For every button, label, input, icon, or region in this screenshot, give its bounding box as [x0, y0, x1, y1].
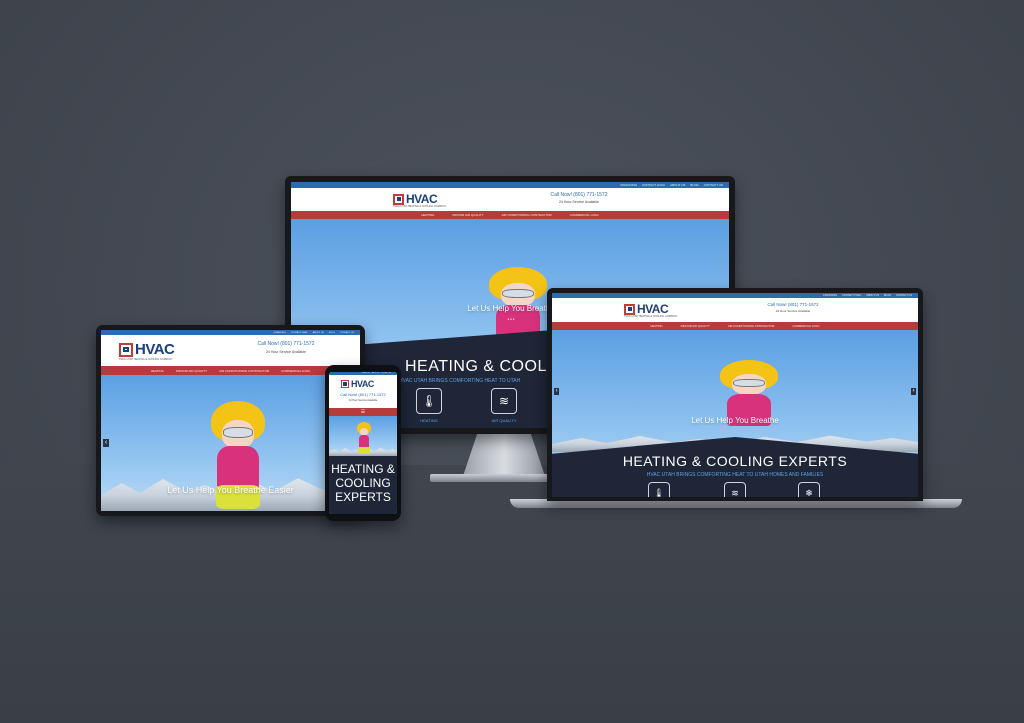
hero-slider: Let Us Help You Breathe Easier ‹	[101, 375, 360, 511]
slider-prev-arrow[interactable]: ‹	[103, 439, 109, 447]
hero-title: HEATING & COOLING EXPERTS	[622, 453, 848, 469]
service-text: 24 Hour Service Available	[348, 399, 378, 402]
nav-item-indoor-air[interactable]: INDOOR AIR QUALITY	[681, 324, 710, 328]
hero-subtitle: HVAC UTAH BRINGS COMFORTING HEAT TO UTAH…	[646, 472, 824, 478]
service-text: 24 Hour Service Available	[265, 350, 306, 354]
logo-text: HVAC	[637, 302, 669, 316]
mockup-scene: FINANCING CONTACT HVAC ABOUT US BLOG CON…	[0, 0, 1024, 723]
logo-mark-icon	[624, 303, 635, 315]
top-link[interactable]: CONTACT HVAC	[642, 183, 665, 187]
logo-text: HVAC	[351, 379, 374, 389]
top-link[interactable]: CONTACT US	[381, 373, 391, 374]
service-label-air-quality: AIR QUALITY	[491, 418, 517, 423]
top-link[interactable]: ABOUT US	[313, 332, 324, 334]
top-link[interactable]: BLOG	[329, 332, 335, 334]
nav-item-indoor-air[interactable]: INDOOR AIR QUALITY	[176, 369, 207, 373]
ac-unit-icon[interactable]: ❄	[798, 482, 820, 497]
hero-slider	[329, 416, 397, 456]
hero-band: HEATING & COOLING EXPERTS	[329, 456, 397, 514]
nav-item-ac[interactable]: AIR CONDITIONING CONTRACTOR	[219, 369, 269, 373]
air-quality-icon[interactable]: ≋	[724, 482, 746, 497]
call-now-link[interactable]: Call Now! (801) 771-1572	[241, 341, 331, 347]
logo-text: HVAC	[135, 341, 175, 358]
logo[interactable]: HVAC	[119, 341, 175, 358]
laptop-screen: FINANCING CONTACT HVAC ABOUT US BLOG CON…	[552, 293, 918, 497]
nav-item-ac[interactable]: AIR CONDITIONING CONTRACTOR	[502, 213, 552, 217]
call-now-link[interactable]: Call Now! (801) 771-1572	[333, 392, 393, 397]
hero-photo-child	[357, 422, 371, 454]
main-nav: HEATING INDOOR AIR QUALITY AIR CONDITION…	[552, 322, 918, 330]
air-quality-icon[interactable]: ≋	[491, 388, 517, 414]
logo[interactable]: HVAC	[393, 192, 438, 206]
service-text: 24 Hour Service Available	[775, 309, 811, 313]
thermometer-icon[interactable]: 🌡	[648, 482, 670, 497]
top-link[interactable]: ABOUT US	[372, 373, 380, 374]
main-nav: HEATING INDOOR AIR QUALITY AIR CONDITION…	[291, 211, 729, 219]
top-link[interactable]: FINANCING	[274, 332, 286, 334]
tablet-screen: FINANCING CONTACT HVAC ABOUT US BLOG CON…	[101, 330, 360, 511]
header: HVAC Call Now! (801) 771-1572 24 Hour Se…	[329, 375, 397, 408]
hero-title-line: COOLING	[335, 476, 391, 490]
logo[interactable]: HVAC	[624, 302, 669, 316]
hamburger-menu-icon[interactable]: ☰	[361, 409, 365, 415]
hero-title-line: HEATING &	[331, 462, 395, 476]
top-link[interactable]: CONTACT US	[340, 332, 354, 334]
service-label-heating: HEATING	[420, 418, 438, 423]
logo-mark-icon	[119, 342, 133, 357]
header: HVAC HVAC UTAH HEATING & COOLING COMPANY…	[291, 188, 729, 211]
nav-item-ac[interactable]: AIR CONDITIONING CONTRACTOR	[728, 324, 775, 328]
top-link[interactable]: BLOG	[690, 183, 698, 187]
logo-mark-icon	[341, 380, 349, 388]
top-link[interactable]: ABOUT US	[866, 294, 879, 297]
top-link[interactable]: FINANCING	[823, 294, 837, 297]
hero-tagline: Let Us Help You Breathe Easier	[167, 485, 294, 495]
top-link[interactable]: CONTACT US	[704, 183, 723, 187]
logo-subtext: HVAC UTAH HEATING & COOLING COMPANY	[393, 205, 447, 208]
main-nav: HEATING INDOOR AIR QUALITY AIR CONDITION…	[101, 366, 360, 375]
logo-text: HVAC	[406, 192, 438, 206]
header: HVAC HVAC UTAH HEATING & COOLING COMPANY…	[552, 298, 918, 322]
hero-slider: Let Us Help You Breathe ● ● ● ‹ › HEATIN…	[552, 330, 918, 497]
top-link[interactable]: FINANCING	[620, 183, 637, 187]
thermometer-icon[interactable]: 🌡	[416, 388, 442, 414]
call-now-link[interactable]: Call Now! (801) 771-1572	[539, 192, 619, 198]
top-link[interactable]: CONTACT HVAC	[842, 294, 861, 297]
call-now-link[interactable]: Call Now! (801) 771-1572	[758, 302, 828, 307]
header: HVAC HVAC UTAH HEATING & COOLING COMPANY…	[101, 335, 360, 366]
logo-subtext: HVAC UTAH HEATING & COOLING COMPANY	[119, 358, 173, 361]
top-link[interactable]: ABOUT US	[670, 183, 685, 187]
logo-mark-icon	[393, 193, 404, 205]
service-text: 24 Hour Service Available	[558, 200, 599, 204]
nav-item-commercial[interactable]: COMMERCIAL HVAC	[792, 324, 819, 328]
phone-screen: FINANCING ABOUT US CONTACT US HVAC Call …	[329, 372, 397, 514]
hero-tagline: Let Us Help You Breathe	[691, 416, 779, 425]
nav-item-heating[interactable]: HEATING	[151, 369, 164, 373]
slider-prev-arrow[interactable]: ‹	[554, 388, 559, 395]
nav-item-commercial[interactable]: COMMERCIAL HVAC	[570, 213, 599, 217]
nav-item-heating[interactable]: HEATING	[421, 213, 434, 217]
hero-photo-child	[720, 360, 778, 440]
logo[interactable]: HVAC	[341, 379, 374, 389]
nav-item-heating[interactable]: HEATING	[650, 324, 662, 328]
hero-title-line: EXPERTS	[335, 490, 391, 504]
top-link[interactable]: CONTACT HVAC	[291, 332, 308, 334]
mobile-menu-bar[interactable]: ☰	[329, 408, 397, 416]
top-link[interactable]: BLOG	[884, 294, 891, 297]
monitor-stand-neck	[463, 432, 545, 476]
nav-item-indoor-air[interactable]: INDOOR AIR QUALITY	[452, 213, 483, 217]
top-link[interactable]: FINANCING	[361, 373, 369, 374]
slider-next-arrow[interactable]: ›	[911, 388, 916, 395]
top-link[interactable]: CONTACT US	[896, 294, 912, 297]
nav-item-commercial[interactable]: COMMERCIAL HVAC	[281, 369, 310, 373]
logo-subtext: HVAC UTAH HEATING & COOLING COMPANY	[624, 315, 678, 318]
